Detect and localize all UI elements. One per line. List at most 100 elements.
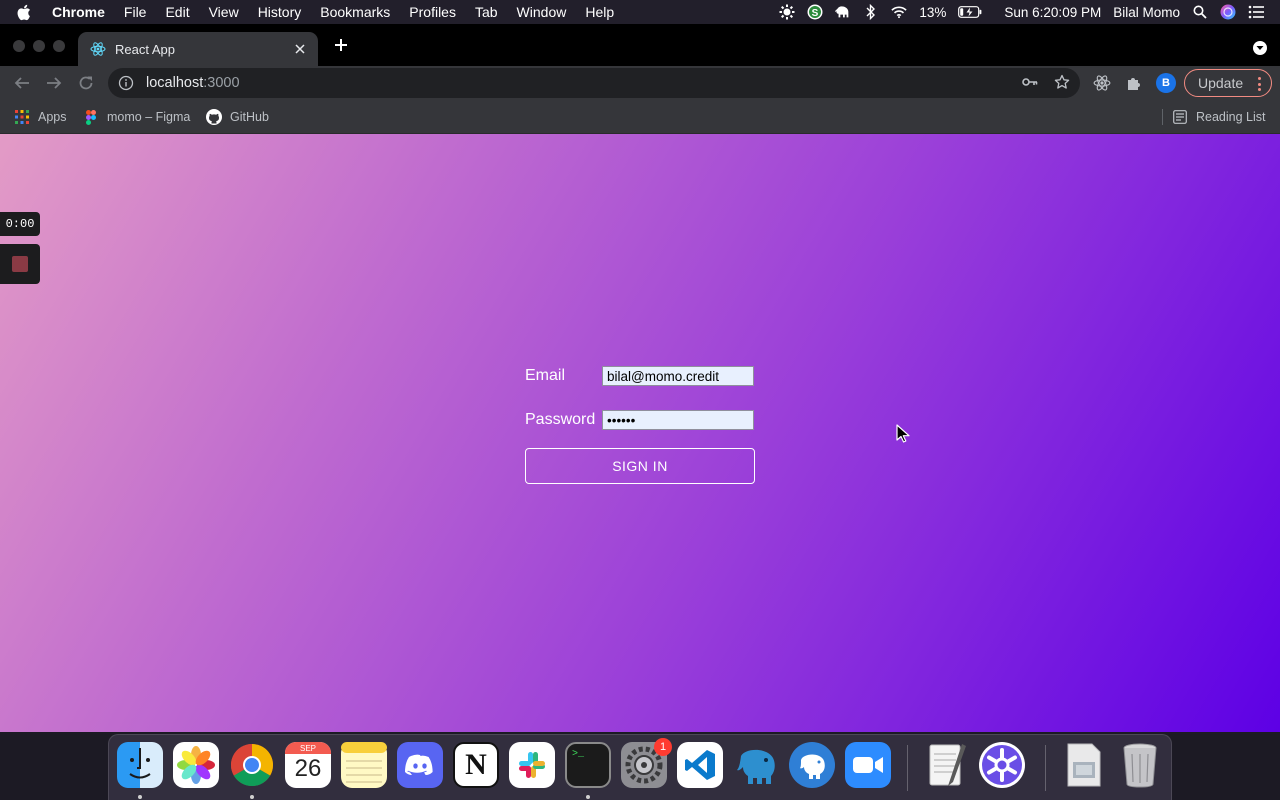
menu-window[interactable]: Window: [517, 4, 567, 20]
dock-slack-icon[interactable]: [509, 742, 555, 788]
bookmark-apps[interactable]: Apps: [14, 108, 67, 126]
window-minimize-button[interactable]: [33, 40, 45, 52]
password-input[interactable]: [602, 410, 754, 430]
dock-separator-2: [1045, 745, 1046, 791]
control-center-icon[interactable]: [1248, 4, 1264, 20]
wifi-icon[interactable]: [891, 4, 908, 20]
forward-arrow-icon[interactable]: [44, 73, 64, 93]
password-row: Password: [525, 410, 754, 430]
spotlight-search-icon[interactable]: [1192, 4, 1208, 20]
bookmark-figma-label: momo – Figma: [107, 110, 191, 124]
dock-notes-icon[interactable]: [341, 742, 387, 788]
menu-view[interactable]: View: [209, 4, 239, 20]
menu-edit[interactable]: Edit: [165, 4, 189, 20]
url-port: :3000: [203, 75, 240, 91]
status-area: S 13% Sun 6:20:09 PM Bilal Momo: [773, 0, 1280, 24]
siri-icon[interactable]: [1220, 4, 1236, 20]
dock-photos-icon[interactable]: [173, 742, 219, 788]
terminal-running-dot: [586, 795, 590, 799]
battery-percent: 13%: [919, 4, 947, 20]
dollar-app-icon[interactable]: S: [807, 4, 823, 20]
bookmarks-divider: [1162, 109, 1163, 125]
menu-tab[interactable]: Tab: [475, 4, 498, 20]
site-info-icon[interactable]: [118, 75, 134, 91]
extensions-puzzle-icon[interactable]: [1124, 73, 1144, 93]
dock-textedit-icon[interactable]: [923, 742, 969, 788]
email-input[interactable]: [602, 366, 754, 386]
tab-search-chevron-icon[interactable]: [1253, 41, 1267, 55]
dock-notion-icon[interactable]: N: [453, 742, 499, 788]
calendar-day: 26: [294, 755, 322, 782]
svg-text:S: S: [812, 8, 819, 19]
recording-timer: 0:00: [0, 212, 40, 236]
tab-close-icon[interactable]: [290, 39, 310, 59]
github-logo-icon: [206, 109, 222, 125]
dock-trash-icon[interactable]: [1117, 742, 1163, 788]
elephant-app-icon[interactable]: [835, 4, 851, 20]
dock-vscode-icon[interactable]: [677, 742, 723, 788]
dock-calendar-icon[interactable]: SEP 26: [285, 742, 331, 788]
bookmark-github-label: GitHub: [230, 110, 269, 124]
update-label: Update: [1198, 75, 1244, 91]
menu-clock[interactable]: Sun 6:20:09 PM: [1004, 5, 1101, 20]
apple-menu-icon[interactable]: [16, 4, 38, 21]
dock-preview-document-icon[interactable]: [1061, 742, 1107, 788]
bookmark-github[interactable]: GitHub: [206, 108, 269, 126]
menu-bar: Chrome File Edit View History Bookmarks …: [0, 0, 1280, 24]
browser-toolbar: localhost:3000 B Update: [0, 66, 1280, 100]
bookmark-figma[interactable]: momo – Figma: [83, 108, 190, 126]
dock-tableplus-elephant-icon[interactable]: [733, 742, 779, 788]
bookmarks-bar: Apps momo – Figma GitHub Reading List: [0, 100, 1280, 134]
menu-history[interactable]: History: [258, 4, 302, 20]
dock-chrome-icon[interactable]: [229, 742, 275, 788]
window-close-button[interactable]: [13, 40, 25, 52]
menu-profiles[interactable]: Profiles: [409, 4, 456, 20]
update-chrome-button[interactable]: Update: [1184, 69, 1272, 97]
url-text: localhost:3000: [146, 75, 240, 91]
reading-list-button[interactable]: Reading List: [1172, 108, 1266, 126]
finder-running-dot: [138, 795, 142, 799]
calendar-month: SEP: [285, 742, 331, 754]
profile-avatar[interactable]: B: [1156, 73, 1176, 93]
menu-file[interactable]: File: [124, 4, 147, 20]
brightness-gear-icon[interactable]: [779, 4, 795, 20]
dock-separator: [907, 745, 908, 791]
new-tab-plus-icon[interactable]: [330, 34, 352, 56]
password-key-icon[interactable]: [1021, 73, 1039, 91]
menu-help[interactable]: Help: [585, 4, 614, 20]
terminal-prompt-icon: >_: [572, 749, 585, 760]
bookmark-apps-label: Apps: [38, 110, 67, 124]
tab-strip: React App: [0, 24, 1280, 66]
window-zoom-button[interactable]: [53, 40, 65, 52]
dock-postgres-icon[interactable]: [789, 742, 835, 788]
apps-grid-icon: [14, 109, 30, 125]
dock-system-preferences-icon[interactable]: 1: [621, 738, 672, 788]
bluetooth-icon[interactable]: [863, 4, 879, 20]
url-host: localhost: [146, 75, 204, 91]
dock-zoom-icon[interactable]: [845, 742, 891, 788]
menu-user-name[interactable]: Bilal Momo: [1113, 5, 1180, 20]
dock-finder-icon[interactable]: [117, 742, 163, 788]
back-arrow-icon[interactable]: [12, 73, 32, 93]
address-bar[interactable]: localhost:3000: [108, 68, 1080, 98]
react-logo-icon: [90, 41, 106, 57]
page-viewport: Email Password SIGN IN: [0, 134, 1280, 732]
dock-snowflake-app-icon[interactable]: [979, 742, 1025, 788]
mouse-cursor-icon: [896, 424, 910, 443]
chrome-menu-kebab-icon[interactable]: [1258, 77, 1261, 91]
bookmark-star-icon[interactable]: [1053, 73, 1071, 91]
stop-recording-button[interactable]: [0, 244, 40, 284]
sign-in-button[interactable]: SIGN IN: [525, 448, 755, 484]
menu-app-chrome[interactable]: Chrome: [52, 4, 105, 20]
battery-charging-icon[interactable]: [958, 4, 982, 20]
react-devtools-extension-icon[interactable]: [1092, 73, 1112, 93]
tab-react-app[interactable]: React App: [78, 32, 318, 66]
chrome-running-dot: [250, 795, 254, 799]
settings-badge: 1: [654, 738, 672, 756]
dock-discord-icon[interactable]: [397, 742, 443, 788]
dock-terminal-icon[interactable]: >_: [565, 742, 611, 788]
stop-square-icon: [12, 256, 28, 272]
reload-icon[interactable]: [76, 73, 96, 93]
menu-bookmarks[interactable]: Bookmarks: [320, 4, 390, 20]
dock: SEP 26 N >_ 1: [108, 734, 1172, 800]
